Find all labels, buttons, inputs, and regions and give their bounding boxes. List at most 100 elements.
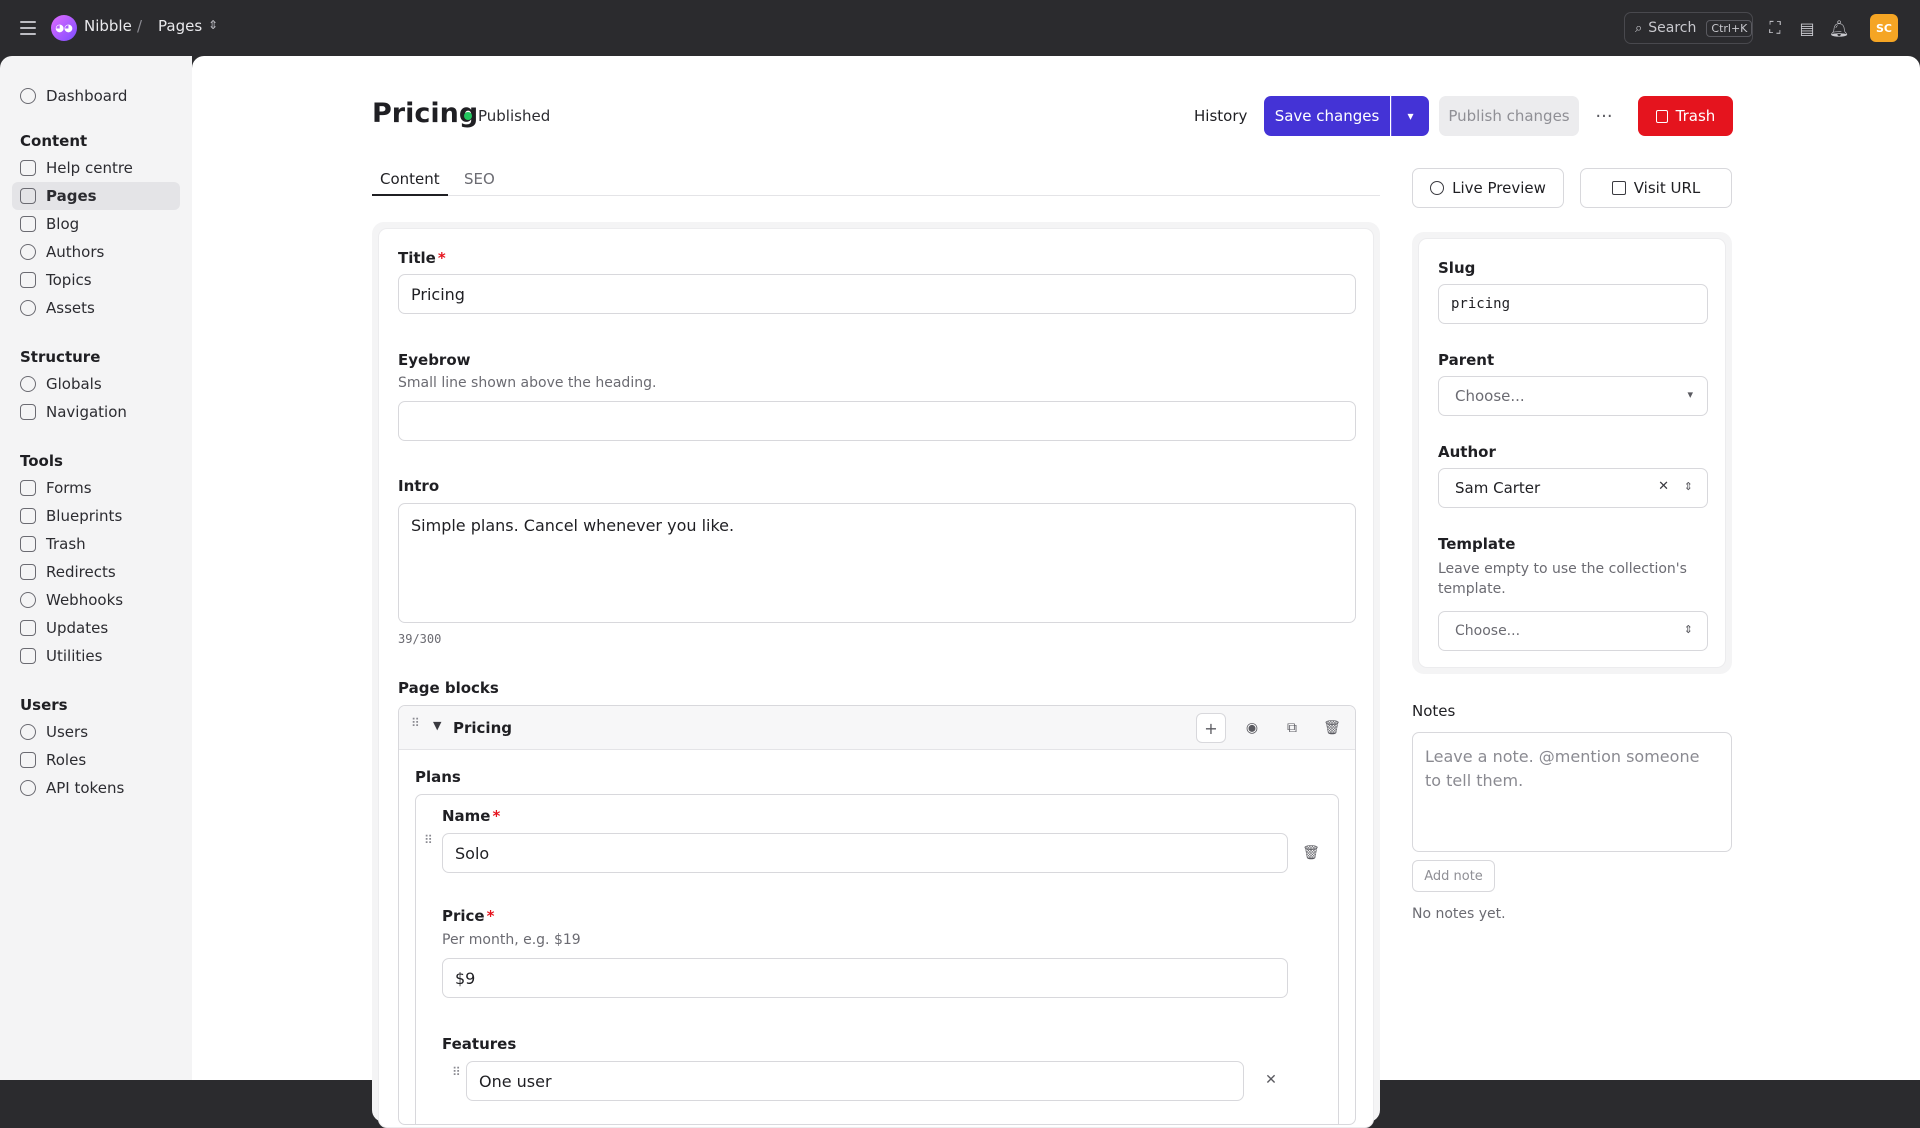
bell-icon[interactable]: 🔔︎ bbox=[1828, 17, 1850, 39]
save-options-button[interactable]: ▾ bbox=[1391, 96, 1429, 136]
drag-handle-icon[interactable]: ⠿ bbox=[424, 834, 434, 846]
slug-label: Slug bbox=[1438, 259, 1476, 277]
trash-icon bbox=[1655, 109, 1668, 123]
history-button[interactable]: History bbox=[1194, 107, 1247, 125]
sidebar-item-navigation[interactable]: Navigation bbox=[12, 398, 180, 426]
template-label: Template bbox=[1438, 535, 1516, 553]
menu-icon[interactable] bbox=[20, 18, 36, 38]
sidebar-item-pages[interactable]: Pages bbox=[12, 182, 180, 210]
clear-icon[interactable]: ✕ bbox=[1658, 479, 1669, 494]
avatar[interactable]: SC bbox=[1870, 14, 1898, 42]
delete-icon[interactable]: 🗑︎ bbox=[1296, 838, 1326, 868]
sidebar-item-label: Users bbox=[46, 723, 89, 741]
trash-button[interactable]: Trash bbox=[1638, 96, 1733, 136]
top-bar: ◕◕ Nibble / Pages ⇕ ⌕ Search Ctrl+K ⛶ ▤ … bbox=[0, 0, 1920, 56]
nibble-logo-icon[interactable]: ◕◕ bbox=[51, 15, 77, 41]
price-field[interactable]: $9 bbox=[442, 958, 1288, 998]
page-title: Pricing bbox=[372, 98, 479, 129]
pages-icon bbox=[20, 188, 36, 204]
blog-icon bbox=[20, 216, 36, 232]
intro-label: Intro bbox=[398, 477, 440, 495]
site-icon[interactable]: ▤ bbox=[1796, 17, 1818, 39]
breadcrumb-pages[interactable]: Pages bbox=[158, 17, 202, 35]
search-button[interactable]: ⌕ Search Ctrl+K bbox=[1624, 12, 1753, 44]
utilities-icon bbox=[20, 648, 36, 664]
sidebar-item-users[interactable]: Users bbox=[12, 718, 180, 746]
tab-bar: Content SEO bbox=[372, 164, 1380, 196]
duplicate-icon[interactable]: ⧉ bbox=[1277, 713, 1307, 743]
sidebar-item-label: Roles bbox=[46, 751, 87, 769]
title-field[interactable]: Pricing bbox=[398, 274, 1356, 314]
form-icon bbox=[20, 480, 36, 496]
meta-card-frame: Slug pricing Parent Choose... ▾ Author S… bbox=[1412, 232, 1732, 674]
intro-field[interactable]: Simple plans. Cancel whenever you like. bbox=[398, 503, 1356, 623]
sidebar-item-redirects[interactable]: Redirects bbox=[12, 558, 180, 586]
sidebar-item-blueprints[interactable]: Blueprints bbox=[12, 502, 180, 530]
live-preview-button[interactable]: Live Preview bbox=[1412, 168, 1564, 208]
sidebar-section-structure: Structure bbox=[20, 348, 101, 366]
sidebar-item-blog[interactable]: Blog bbox=[12, 210, 180, 238]
add-block-button[interactable]: + bbox=[1196, 713, 1226, 743]
visit-url-button[interactable]: Visit URL bbox=[1580, 168, 1732, 208]
search-label: Search bbox=[1648, 20, 1697, 36]
sidebar-item-utilities[interactable]: Utilities bbox=[12, 642, 180, 670]
parent-placeholder: Choose... bbox=[1455, 387, 1525, 405]
sidebar-item-globals[interactable]: Globals bbox=[12, 370, 180, 398]
save-button[interactable]: Save changes bbox=[1264, 96, 1390, 136]
sidebar-item-forms[interactable]: Forms bbox=[12, 474, 180, 502]
sidebar-item-assets[interactable]: Assets bbox=[12, 294, 180, 322]
sidebar-item-updates[interactable]: Updates bbox=[12, 614, 180, 642]
page-blocks-label: Page blocks bbox=[398, 679, 499, 697]
sidebar-item-trash[interactable]: Trash bbox=[12, 530, 180, 558]
sidebar-item-webhooks[interactable]: Webhooks bbox=[12, 586, 180, 614]
content-card: Title * Pricing Eyebrow Small line shown … bbox=[378, 228, 1374, 1128]
drag-handle-icon[interactable]: ⠿ bbox=[411, 717, 421, 729]
add-note-button[interactable]: Add note bbox=[1412, 860, 1495, 892]
sidebar-item-topics[interactable]: Topics bbox=[12, 266, 180, 294]
drag-handle-icon[interactable]: ⠿ bbox=[452, 1066, 462, 1078]
block-title: Pricing bbox=[453, 719, 512, 737]
eye-icon[interactable]: ◉ bbox=[1237, 713, 1267, 743]
key-icon bbox=[20, 780, 36, 796]
sidebar-item-help-centre[interactable]: Help centre bbox=[12, 154, 180, 182]
sidebar-item-label: Authors bbox=[46, 243, 105, 261]
brand-name[interactable]: Nibble bbox=[84, 17, 132, 35]
sidebar-item-label: Webhooks bbox=[46, 591, 124, 609]
feature-field[interactable]: One user bbox=[466, 1061, 1244, 1101]
chevron-up-down-icon[interactable]: ⇕ bbox=[208, 18, 218, 32]
tab-seo[interactable]: SEO bbox=[464, 170, 495, 194]
sidebar-item-label: Dashboard bbox=[46, 87, 128, 105]
author-select[interactable]: Sam Carter ✕ ⇕ bbox=[1438, 468, 1708, 508]
sidebar-item-dashboard[interactable]: Dashboard bbox=[12, 82, 180, 110]
chevron-down-icon[interactable]: ▼ bbox=[433, 719, 441, 732]
sidebar-item-roles[interactable]: Roles bbox=[12, 746, 180, 774]
no-notes-text: No notes yet. bbox=[1412, 906, 1506, 922]
plan-name-field[interactable]: Solo bbox=[442, 833, 1288, 873]
notes-label: Notes bbox=[1412, 702, 1456, 720]
notes-field[interactable]: Leave a note. @mention someone to tell t… bbox=[1412, 732, 1732, 852]
sidebar-item-label: Navigation bbox=[46, 403, 127, 421]
sidebar-item-api-tokens[interactable]: API tokens bbox=[12, 774, 180, 802]
close-icon[interactable]: ✕ bbox=[1256, 1065, 1286, 1095]
intro-counter: 39/300 bbox=[398, 632, 442, 646]
slug-field[interactable]: pricing bbox=[1438, 284, 1708, 324]
sidebar-section-users: Users bbox=[20, 696, 68, 714]
roles-icon bbox=[20, 752, 36, 768]
sidebar-item-label: Help centre bbox=[46, 159, 133, 177]
template-select[interactable]: Choose... ⇕ bbox=[1438, 611, 1708, 651]
more-actions-button[interactable]: ··· bbox=[1590, 102, 1618, 130]
scan-icon[interactable]: ⛶ bbox=[1764, 17, 1786, 39]
users-icon bbox=[20, 724, 36, 740]
publish-button[interactable]: Publish changes bbox=[1439, 96, 1579, 136]
sidebar-item-authors[interactable]: Authors bbox=[12, 238, 180, 266]
template-placeholder: Choose... bbox=[1455, 623, 1521, 639]
main-panel: Pricing Published History Save changes ▾… bbox=[192, 56, 1920, 1128]
plan-item: Name * ⠿ Solo 🗑︎ Price * Per month, e.g. $… bbox=[415, 794, 1339, 1124]
delete-icon[interactable]: 🗑︎ bbox=[1317, 713, 1347, 743]
tab-content[interactable]: Content bbox=[372, 170, 448, 196]
user-icon bbox=[20, 244, 36, 260]
eyebrow-field[interactable] bbox=[398, 401, 1356, 441]
trash-icon bbox=[20, 536, 36, 552]
pricing-block: ⠿ ▼ Pricing + ◉ ⧉ 🗑︎ Plans Name * ⠿ Solo … bbox=[398, 705, 1356, 1125]
parent-select[interactable]: Choose... ▾ bbox=[1438, 376, 1708, 416]
